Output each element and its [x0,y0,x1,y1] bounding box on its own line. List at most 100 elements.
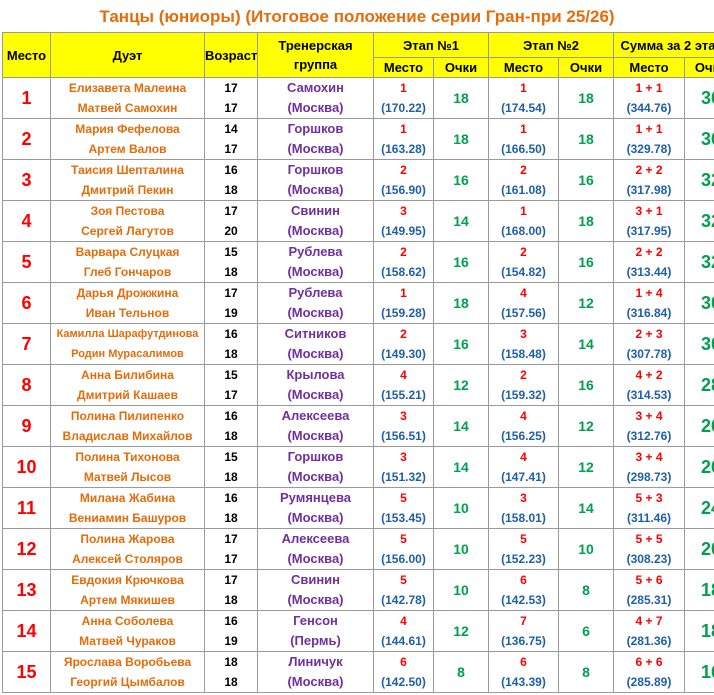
stage1-score: (149.95) [381,224,426,238]
header-age: Возраст [204,32,258,78]
header-row-main: Место Дуэт Возраст Тренерская группа Эта… [2,32,714,78]
header-stage2: Этап №2 [488,32,614,58]
total-score: (317.98) [626,183,672,197]
header-stage2-place: Место [488,57,559,78]
stage2-place: 5 [520,532,527,546]
total-places: 2 + 3 [635,327,663,341]
stage2-score: (161.08) [501,183,546,197]
partner-1-age: 17 [224,204,238,218]
stage1-score: (159.28) [381,306,426,320]
stage1-result-cell: 2 (149.30) [373,323,434,365]
partner-2-age: 18 [224,675,238,689]
stage1-place: 2 [400,245,407,259]
stage1-place: 2 [400,163,407,177]
stage1-points: 18 [433,282,489,324]
table-row: 4 Зоя Пестова Сергей Лагутов 17 20 Свинин (Мос… [2,200,714,242]
stage2-result-cell: 7 (136.75) [488,610,559,652]
stage1-result-cell: 3 (151.32) [373,446,434,488]
coach-name: Линичук [288,654,343,669]
stage2-score: (158.01) [501,511,546,525]
duet-cell: Елизавета Малеина Матвей Самохин [50,77,205,119]
coach-name: Горшков [287,449,344,464]
coach-name: Свинин [290,572,341,587]
place-cell: 11 [2,487,51,529]
stage1-result-cell: 3 (149.95) [373,200,434,242]
table-row: 10 Полина Тихонова Матвей Лысов 15 18 Горшков… [2,446,714,488]
partner-2-age: 18 [224,265,238,279]
duet-cell: Полина Тихонова Матвей Лысов [50,446,205,488]
coach-cell: Горшков (Москва) [257,159,374,201]
total-score: (281.36) [626,634,672,648]
table-row: 7 Камилла Шарафутдинова Родин Мурасалимов 1… [2,323,714,365]
partner-2-name: Матвей Лысов [83,470,172,484]
coach-city: (Москва) [287,469,344,484]
age-cell: 16 18 [204,487,258,529]
total-points: 30 [683,323,714,365]
stage2-place: 4 [520,450,527,464]
place-cell: 13 [2,569,51,611]
stage1-result-cell: 2 (156.90) [373,159,434,201]
coach-name: Генсон [293,613,338,628]
coach-name: Алексеева [281,531,350,546]
total-points: 32 [683,241,714,283]
standings-body: 1 Елизавета Малеина Матвей Самохин 17 17 Само… [2,77,714,693]
header-stage1-points: Очки [433,57,489,78]
partner-2-name: Матвей Самохин [77,101,178,115]
place-cell: 1 [2,77,51,119]
stage1-place: 5 [400,573,407,587]
stage1-score: (153.45) [381,511,426,525]
stage2-score: (147.41) [501,470,546,484]
table-row: 2 Мария Фефелова Артем Валов 14 17 Горшков (Мо… [2,118,714,160]
stage1-result-cell: 1 (170.22) [373,77,434,119]
stage1-score: (156.00) [381,552,426,566]
stage1-score: (163.28) [381,142,426,156]
stage2-place: 2 [520,368,527,382]
partner-1-name: Ярослава Воробьева [63,655,192,669]
stage2-score: (157.56) [501,306,546,320]
table-row: 1 Елизавета Малеина Матвей Самохин 17 17 Само… [2,77,714,119]
stage1-place: 4 [400,614,407,628]
total-points: 36 [683,77,714,119]
stage1-place: 3 [400,409,407,423]
stage1-points: 18 [433,77,489,119]
header-coach-line1: Тренерская [278,38,353,53]
total-points: 26 [683,446,714,488]
coach-cell: Свинин (Москва) [257,569,374,611]
age-cell: 16 19 [204,610,258,652]
stage2-place: 1 [520,81,527,95]
duet-cell: Полина Жарова Алексей Столяров [50,528,205,570]
partner-2-age: 18 [224,347,238,361]
coach-name: Свинин [290,203,341,218]
header-place: Место [2,32,51,78]
stage2-place: 2 [520,245,527,259]
coach-cell: Алексеева (Москва) [257,528,374,570]
stage2-score: (174.54) [501,101,546,115]
partner-1-name: Анна Билибина [81,368,174,382]
partner-1-age: 14 [224,122,238,136]
coach-city: (Москва) [287,428,344,443]
coach-city: (Москва) [287,510,344,525]
table-row: 6 Дарья Дрожжина Иван Тельнов 17 19 Рублева (М… [2,282,714,324]
place-cell: 15 [2,651,51,693]
total-result-cell: 3 + 1 (317.95) [613,200,685,242]
total-places: 1 + 4 [635,286,663,300]
duet-cell: Анна Билибина Дмитрий Кашаев [50,364,205,406]
stage2-points: 6 [558,610,614,652]
duet-cell: Анна Соболева Матвей Чураков [50,610,205,652]
total-score: (307.78) [626,347,672,361]
stage2-result-cell: 1 (174.54) [488,77,559,119]
coach-cell: Рублева (Москва) [257,282,374,324]
total-result-cell: 1 + 4 (316.84) [613,282,685,324]
place-cell: 8 [2,364,51,406]
total-score: (308.23) [626,552,672,566]
stage2-score: (142.53) [501,593,546,607]
stage2-result-cell: 1 (168.00) [488,200,559,242]
duet-cell: Таисия Шепталина Дмитрий Пекин [50,159,205,201]
stage1-result-cell: 4 (155.21) [373,364,434,406]
place-cell: 14 [2,610,51,652]
total-score: (313.44) [626,265,672,279]
partner-2-name: Артем Валов [88,142,167,156]
stage2-score: (168.00) [501,224,546,238]
total-places: 4 + 2 [635,368,663,382]
standings-sheet: Танцы (юниоры) (Итоговое положение серии… [0,0,714,695]
